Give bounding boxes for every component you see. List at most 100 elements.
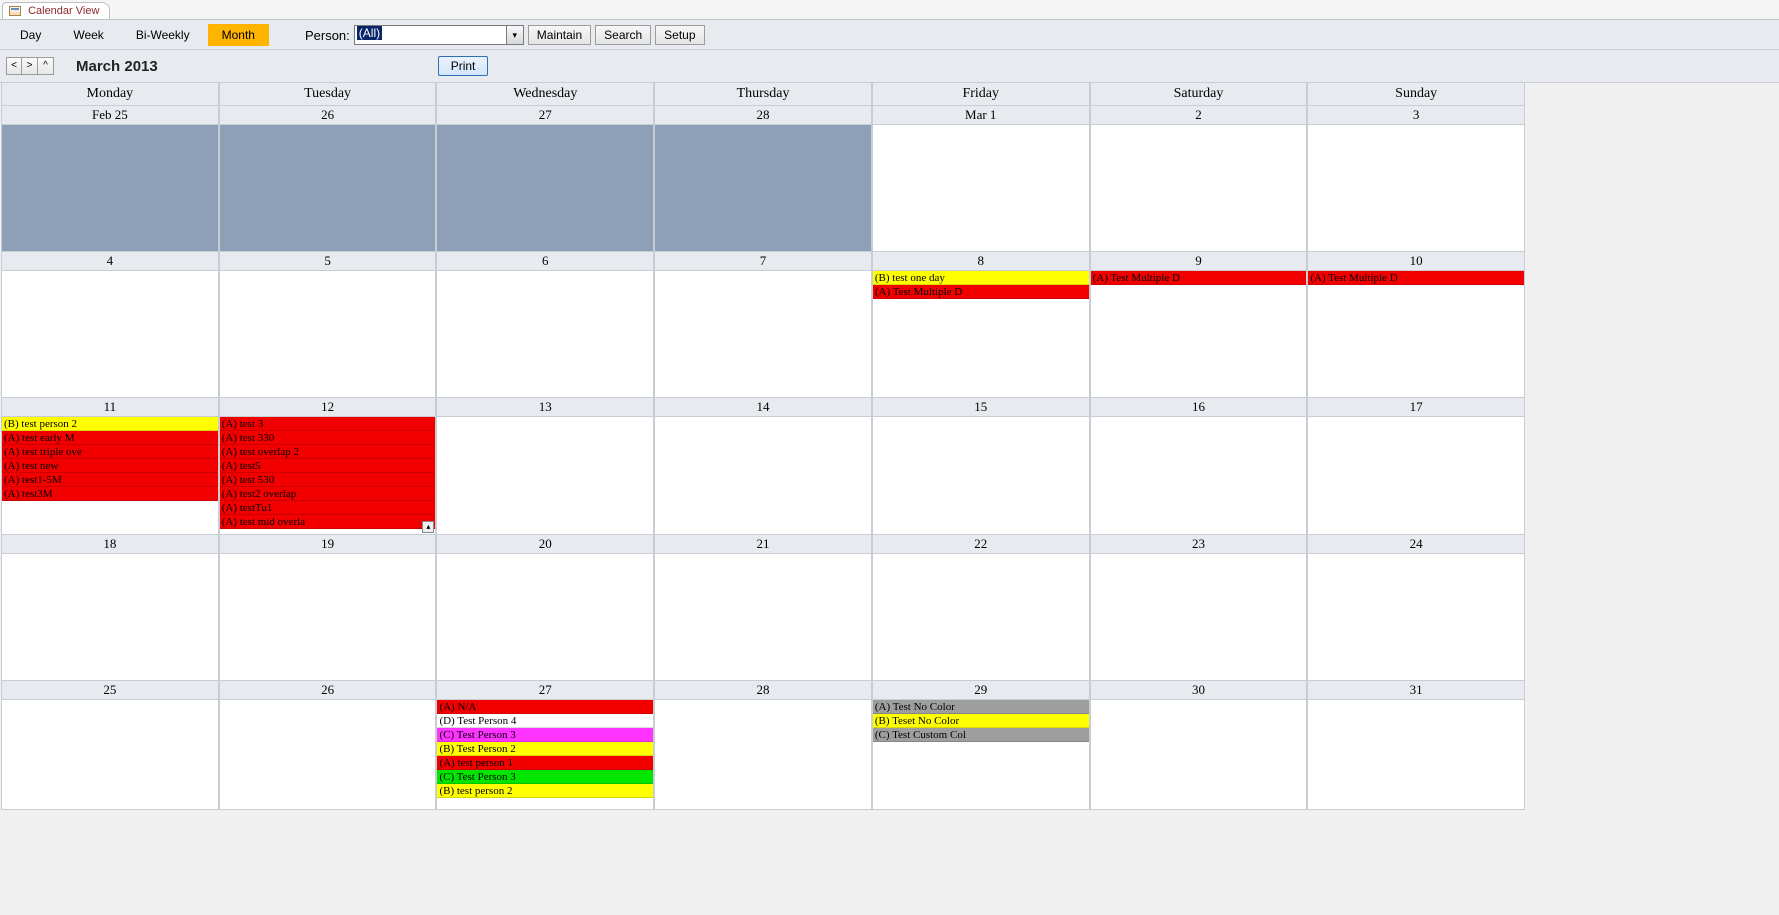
day-cell[interactable] [1090,700,1308,810]
day-cell[interactable] [1090,125,1308,252]
calendar-event[interactable]: (C) Test Person 3 [437,770,653,784]
day-cell[interactable] [872,417,1090,535]
date-header[interactable]: 6 [436,252,654,271]
day-cell[interactable] [436,125,654,252]
date-header[interactable]: 12 [219,398,437,417]
day-cell[interactable] [1307,554,1525,681]
calendar-event[interactable]: (B) test one day [873,271,1089,285]
chevron-down-icon[interactable]: ▾ [506,26,523,44]
day-cell[interactable]: (A) N/A(D) Test Person 4 (C) Test Person … [436,700,654,810]
date-header[interactable]: 5 [219,252,437,271]
calendar-event[interactable]: (A) testTu1 [220,501,436,515]
day-cell[interactable] [1090,417,1308,535]
day-cell[interactable] [654,700,872,810]
view-month-button[interactable]: Month [208,24,269,46]
nav-next-button[interactable]: > [22,57,38,75]
date-header[interactable]: 2 [1090,106,1308,125]
date-header[interactable]: 25 [1,681,219,700]
day-cell[interactable] [1,125,219,252]
calendar-event[interactable]: (B) test person 2 [2,417,218,431]
view-day-button[interactable]: Day [6,24,55,46]
date-header[interactable]: 3 [1307,106,1525,125]
day-cell[interactable] [1307,125,1525,252]
tab-calendar-view[interactable]: Calendar View [2,2,110,19]
date-header[interactable]: 15 [872,398,1090,417]
day-cell[interactable] [872,554,1090,681]
day-cell[interactable] [219,125,437,252]
day-cell[interactable] [1307,700,1525,810]
calendar-event[interactable]: (B) test person 2 [437,784,653,798]
date-header[interactable]: 9 [1090,252,1308,271]
date-header[interactable]: 20 [436,535,654,554]
day-cell[interactable] [654,271,872,398]
day-cell[interactable] [872,125,1090,252]
day-cell[interactable] [1,700,219,810]
calendar-event[interactable]: (B) Teset No Color [873,714,1089,728]
calendar-event[interactable]: (A) test3M [2,487,218,501]
day-cell[interactable] [1,271,219,398]
date-header[interactable]: 31 [1307,681,1525,700]
calendar-event[interactable]: (A) test1-5M [2,473,218,487]
date-header[interactable]: 10 [1307,252,1525,271]
calendar-event[interactable]: (A) test triple ove [2,445,218,459]
calendar-event[interactable]: (A) test 330 [220,431,436,445]
date-header[interactable]: 17 [1307,398,1525,417]
calendar-event[interactable]: (A) test mid overla [220,515,436,529]
date-header[interactable]: 4 [1,252,219,271]
nav-prev-button[interactable]: < [6,57,22,75]
day-cell[interactable] [436,554,654,681]
calendar-event[interactable]: (A) Test Multiple D [1091,271,1307,285]
date-header[interactable]: 29 [872,681,1090,700]
overflow-indicator-icon[interactable]: ▴ [422,521,434,533]
date-header[interactable]: 24 [1307,535,1525,554]
day-cell[interactable] [436,271,654,398]
calendar-event[interactable]: (A) test person 1 [437,756,653,770]
day-cell[interactable]: (B) test one day(A) Test Multiple D [872,271,1090,398]
day-cell[interactable] [436,417,654,535]
search-button[interactable]: Search [595,25,651,45]
date-header[interactable]: 19 [219,535,437,554]
calendar-event[interactable]: (A) test2 overlap [220,487,436,501]
person-select[interactable]: (All) ▾ [354,25,524,45]
date-header[interactable]: 11 [1,398,219,417]
date-header[interactable]: 23 [1090,535,1308,554]
date-header[interactable]: 21 [654,535,872,554]
calendar-event[interactable]: (A) test 3 [220,417,436,431]
calendar-event[interactable]: (A) test overlap 2 [220,445,436,459]
day-cell[interactable]: (A) Test Multiple D [1307,271,1525,398]
calendar-event[interactable]: (A) test5 [220,459,436,473]
day-cell[interactable] [654,125,872,252]
day-cell[interactable] [1,554,219,681]
nav-up-button[interactable]: ^ [38,57,54,75]
calendar-event[interactable]: (A) N/A [437,700,653,714]
day-cell[interactable] [654,417,872,535]
print-button[interactable]: Print [438,56,489,76]
date-header[interactable]: 13 [436,398,654,417]
calendar-event[interactable]: (D) Test Person 4 [437,714,653,728]
date-header[interactable]: 22 [872,535,1090,554]
calendar-event[interactable]: (A) test early M [2,431,218,445]
calendar-event[interactable]: (A) test 530 [220,473,436,487]
day-cell[interactable] [219,700,437,810]
date-header[interactable]: 7 [654,252,872,271]
date-header[interactable]: 28 [654,681,872,700]
calendar-event[interactable]: (A) test new [2,459,218,473]
setup-button[interactable]: Setup [655,25,704,45]
maintain-button[interactable]: Maintain [528,25,591,45]
view-week-button[interactable]: Week [59,24,117,46]
view-biweekly-button[interactable]: Bi-Weekly [122,24,204,46]
calendar-event[interactable]: (A) Test No Color [873,700,1089,714]
date-header[interactable]: 8 [872,252,1090,271]
calendar-event[interactable]: (B) Test Person 2 [437,742,653,756]
date-header[interactable]: 30 [1090,681,1308,700]
date-header[interactable]: Feb 25 [1,106,219,125]
date-header[interactable]: 18 [1,535,219,554]
date-header[interactable]: 16 [1090,398,1308,417]
calendar-event[interactable]: (A) Test Multiple D [873,285,1089,299]
date-header[interactable]: 26 [219,106,437,125]
day-cell[interactable] [1090,554,1308,681]
date-header[interactable]: 27 [436,106,654,125]
day-cell[interactable]: (B) test person 2(A) test early M(A) tes… [1,417,219,535]
day-cell[interactable] [654,554,872,681]
day-cell[interactable]: (A) Test No Color(B) Teset No Color(C) T… [872,700,1090,810]
